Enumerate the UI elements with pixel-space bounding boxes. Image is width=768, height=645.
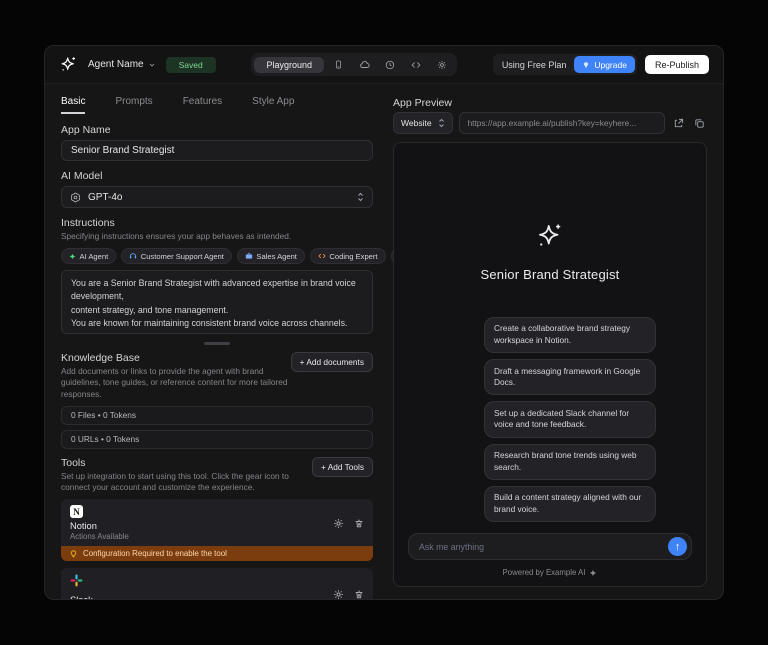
open-external-link-icon[interactable] bbox=[671, 118, 686, 129]
ai-model-label: AI Model bbox=[61, 170, 373, 182]
republish-button[interactable]: Re-Publish bbox=[645, 55, 709, 74]
preview-mode-select[interactable]: Website bbox=[393, 112, 453, 134]
instructions-label: Instructions bbox=[61, 217, 373, 229]
powered-by-footer: Powered by Example AI bbox=[394, 568, 706, 577]
headset-icon bbox=[129, 252, 137, 260]
cloud-icon[interactable] bbox=[352, 56, 376, 73]
tool-settings-gear-icon[interactable] bbox=[333, 518, 344, 529]
suggestion-chip[interactable]: Research brand tone trends using web sea… bbox=[484, 444, 656, 480]
code-icon[interactable] bbox=[404, 56, 428, 73]
suggestion-chip[interactable]: Build a content strategy aligned with ou… bbox=[484, 486, 656, 522]
suggestion-chip[interactable]: Create a collaborative brand strategy wo… bbox=[484, 317, 656, 353]
tool-card-notion: N Notion Actions Available bbox=[61, 499, 373, 546]
slack-icon bbox=[70, 574, 83, 587]
preview-frame: Senior Brand Strategist Create a collabo… bbox=[393, 142, 707, 587]
sparkle-icon bbox=[69, 253, 76, 260]
history-icon[interactable] bbox=[378, 56, 402, 73]
builder-tabs: Basic Prompts Features Style App bbox=[61, 92, 373, 114]
agent-name-label: Agent Name bbox=[88, 59, 144, 70]
notion-icon: N bbox=[70, 505, 83, 518]
instructions-hint: Specifying instructions ensures your app… bbox=[61, 231, 373, 242]
add-tools-button[interactable]: + Add Tools bbox=[312, 457, 373, 477]
chat-input-bar: ↑ bbox=[408, 533, 692, 560]
preset-chip-customer-support[interactable]: Customer Support Agent bbox=[121, 248, 232, 264]
tab-prompts[interactable]: Prompts bbox=[115, 92, 152, 114]
app-name-input[interactable] bbox=[61, 140, 373, 161]
lightbulb-icon bbox=[69, 549, 78, 558]
view-toolbar: Playground bbox=[251, 53, 457, 76]
app-window: Agent Name Saved Playground bbox=[44, 45, 724, 600]
agent-name-menu[interactable]: Agent Name bbox=[88, 59, 156, 70]
tool-card-slack: Slack Actions Available bbox=[61, 568, 373, 599]
knowledge-base-label: Knowledge Base bbox=[61, 352, 291, 364]
app-logo-sparkle-icon bbox=[59, 55, 78, 74]
suggestion-chip[interactable]: Draft a messaging framework in Google Do… bbox=[484, 359, 656, 395]
arrow-up-icon: ↑ bbox=[675, 541, 681, 553]
tool-name: Slack bbox=[70, 595, 129, 599]
chat-message-input[interactable] bbox=[419, 542, 668, 552]
gem-icon bbox=[582, 61, 590, 69]
tool-settings-gear-icon[interactable] bbox=[333, 589, 344, 599]
copy-url-icon[interactable] bbox=[692, 118, 707, 129]
tool-delete-trash-icon[interactable] bbox=[354, 589, 364, 599]
send-button[interactable]: ↑ bbox=[668, 537, 687, 556]
stepper-icon bbox=[357, 192, 364, 202]
settings-gear-icon[interactable] bbox=[430, 56, 454, 73]
tab-features[interactable]: Features bbox=[183, 92, 222, 114]
briefcase-icon bbox=[245, 252, 253, 260]
instructions-textarea[interactable]: You are a Senior Brand Strategist with a… bbox=[61, 270, 373, 334]
openai-model-icon bbox=[70, 192, 81, 203]
notion-warning-banner: Configuration Required to enable the too… bbox=[61, 546, 373, 561]
ai-model-value: GPT-4o bbox=[88, 192, 350, 203]
files-tokens-row[interactable]: 0 Files • 0 Tokens bbox=[61, 406, 373, 425]
mobile-preview-icon[interactable] bbox=[326, 56, 350, 73]
preview-sparkle-icon bbox=[535, 221, 565, 251]
knowledge-base-hint: Add documents or links to provide the ag… bbox=[61, 366, 291, 400]
upgrade-label: Upgrade bbox=[594, 60, 627, 70]
preset-chip-sales-agent[interactable]: Sales Agent bbox=[237, 248, 305, 264]
plan-label: Using Free Plan bbox=[502, 60, 567, 70]
plan-group: Using Free Plan Upgrade bbox=[493, 54, 637, 75]
upgrade-button[interactable]: Upgrade bbox=[574, 56, 635, 73]
textarea-resize-handle[interactable] bbox=[204, 342, 230, 345]
playground-tab[interactable]: Playground bbox=[254, 57, 324, 73]
tool-subtitle: Actions Available bbox=[70, 532, 129, 541]
chevron-down-icon bbox=[148, 61, 156, 69]
add-documents-button[interactable]: + Add documents bbox=[291, 352, 373, 372]
stepper-icon bbox=[438, 118, 445, 128]
app-preview-label: App Preview bbox=[393, 97, 707, 109]
preview-mode-value: Website bbox=[401, 118, 432, 128]
preview-app-title: Senior Brand Strategist bbox=[394, 267, 706, 282]
app-name-label: App Name bbox=[61, 124, 373, 136]
tool-name: Notion bbox=[70, 521, 129, 531]
suggestion-chip[interactable]: Set up a dedicated Slack channel for voi… bbox=[484, 401, 656, 437]
tools-hint: Set up integration to start using this t… bbox=[61, 471, 291, 493]
preset-chip-coding-expert[interactable]: Coding Expert bbox=[310, 248, 386, 264]
urls-tokens-row[interactable]: 0 URLs • 0 Tokens bbox=[61, 430, 373, 449]
publish-url-input[interactable] bbox=[459, 112, 665, 134]
tool-delete-trash-icon[interactable] bbox=[354, 518, 364, 529]
top-bar: Agent Name Saved Playground bbox=[45, 46, 723, 84]
ai-model-select[interactable]: GPT-4o bbox=[61, 186, 373, 208]
preset-chips: AI Agent Customer Support Agent Sales Ag… bbox=[61, 248, 373, 264]
suggestion-list: Create a collaborative brand strategy wo… bbox=[484, 317, 656, 522]
tab-style-app[interactable]: Style App bbox=[252, 92, 294, 114]
builder-panel: Basic Prompts Features Style App App Nam… bbox=[61, 92, 373, 587]
footer-sparkle-icon bbox=[589, 569, 597, 577]
code-brackets-icon bbox=[318, 252, 326, 260]
tab-basic[interactable]: Basic bbox=[61, 92, 85, 114]
preset-chip-ai-agent[interactable]: AI Agent bbox=[61, 248, 116, 264]
saved-status-badge: Saved bbox=[166, 57, 216, 73]
tools-label: Tools bbox=[61, 457, 291, 469]
app-preview-panel: App Preview Website bbox=[393, 92, 707, 587]
